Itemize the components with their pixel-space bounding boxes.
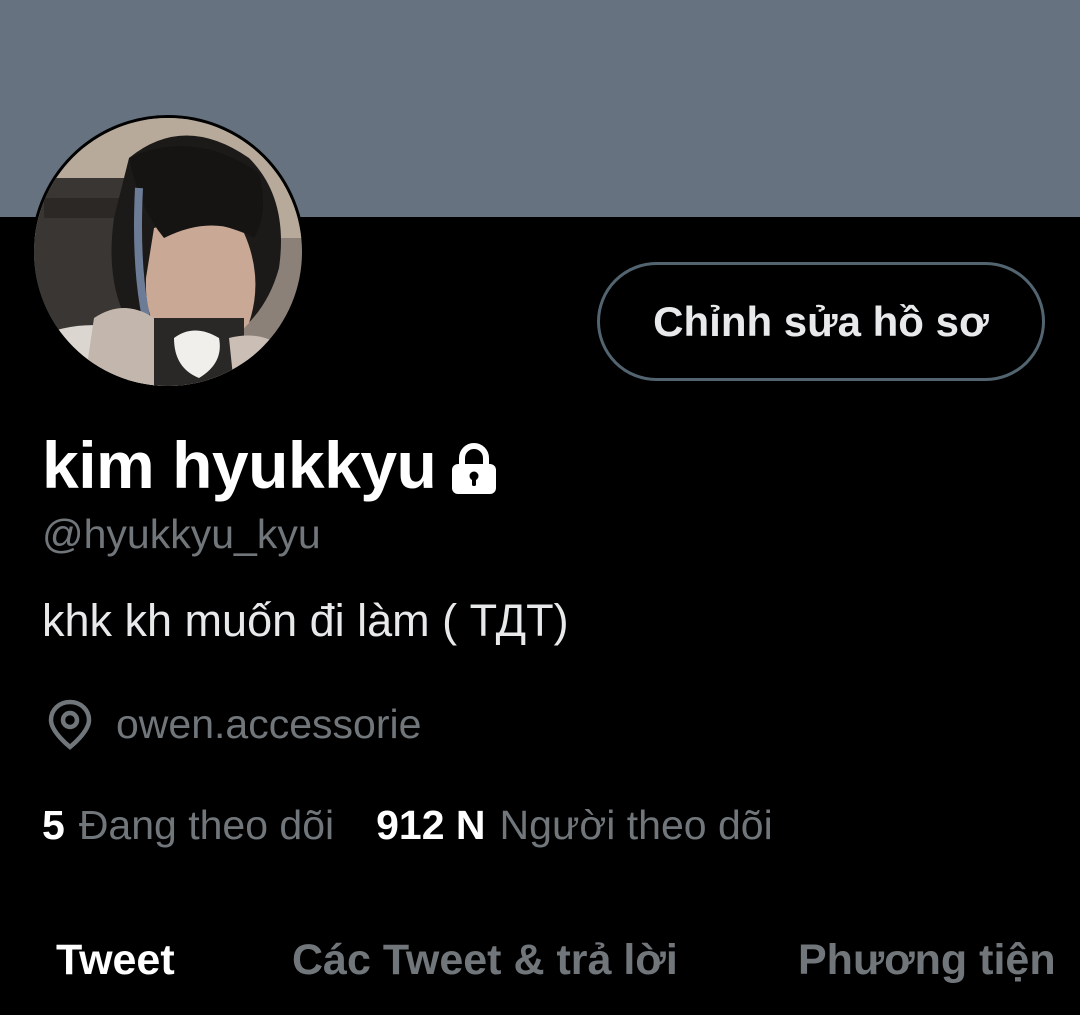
profile-bio: khk kh muốn đi làm ( ТДТ) [42,595,569,646]
profile-page: Chỉnh sửa hồ sơ kim hyukkyu @hyukkyu_kyu… [0,0,1080,1015]
following-label: Đang theo dõi [78,801,335,848]
followers-label: Người theo dõi [499,801,773,848]
edit-profile-button[interactable]: Chỉnh sửa hồ sơ [597,262,1045,381]
tab-tweets-and-replies[interactable]: Các Tweet & trả lời [292,920,678,1000]
display-name: kim hyukkyu [42,428,437,502]
profile-handle: @hyukkyu_kyu [42,511,321,557]
profile-location: owen.accessorie [46,694,421,754]
profile-avatar[interactable] [31,115,305,389]
lock-icon [446,440,502,496]
following-count: 5 [42,801,65,848]
map-pin-icon [46,698,94,750]
profile-stats: 5 Đang theo dõi 912 N Người theo dõi [42,795,773,855]
name-row: kim hyukkyu [42,420,502,510]
tab-tweet[interactable]: Tweet [56,920,175,1000]
location-text: owen.accessorie [116,700,422,747]
profile-tabs: Tweet Các Tweet & trả lời Phương tiện [0,920,1080,1000]
following-stat[interactable]: 5 Đang theo dõi [42,802,334,849]
tab-media[interactable]: Phương tiện [798,920,1056,1000]
followers-stat[interactable]: 912 N Người theo dõi [376,802,773,849]
followers-count: 912 N [376,801,486,848]
